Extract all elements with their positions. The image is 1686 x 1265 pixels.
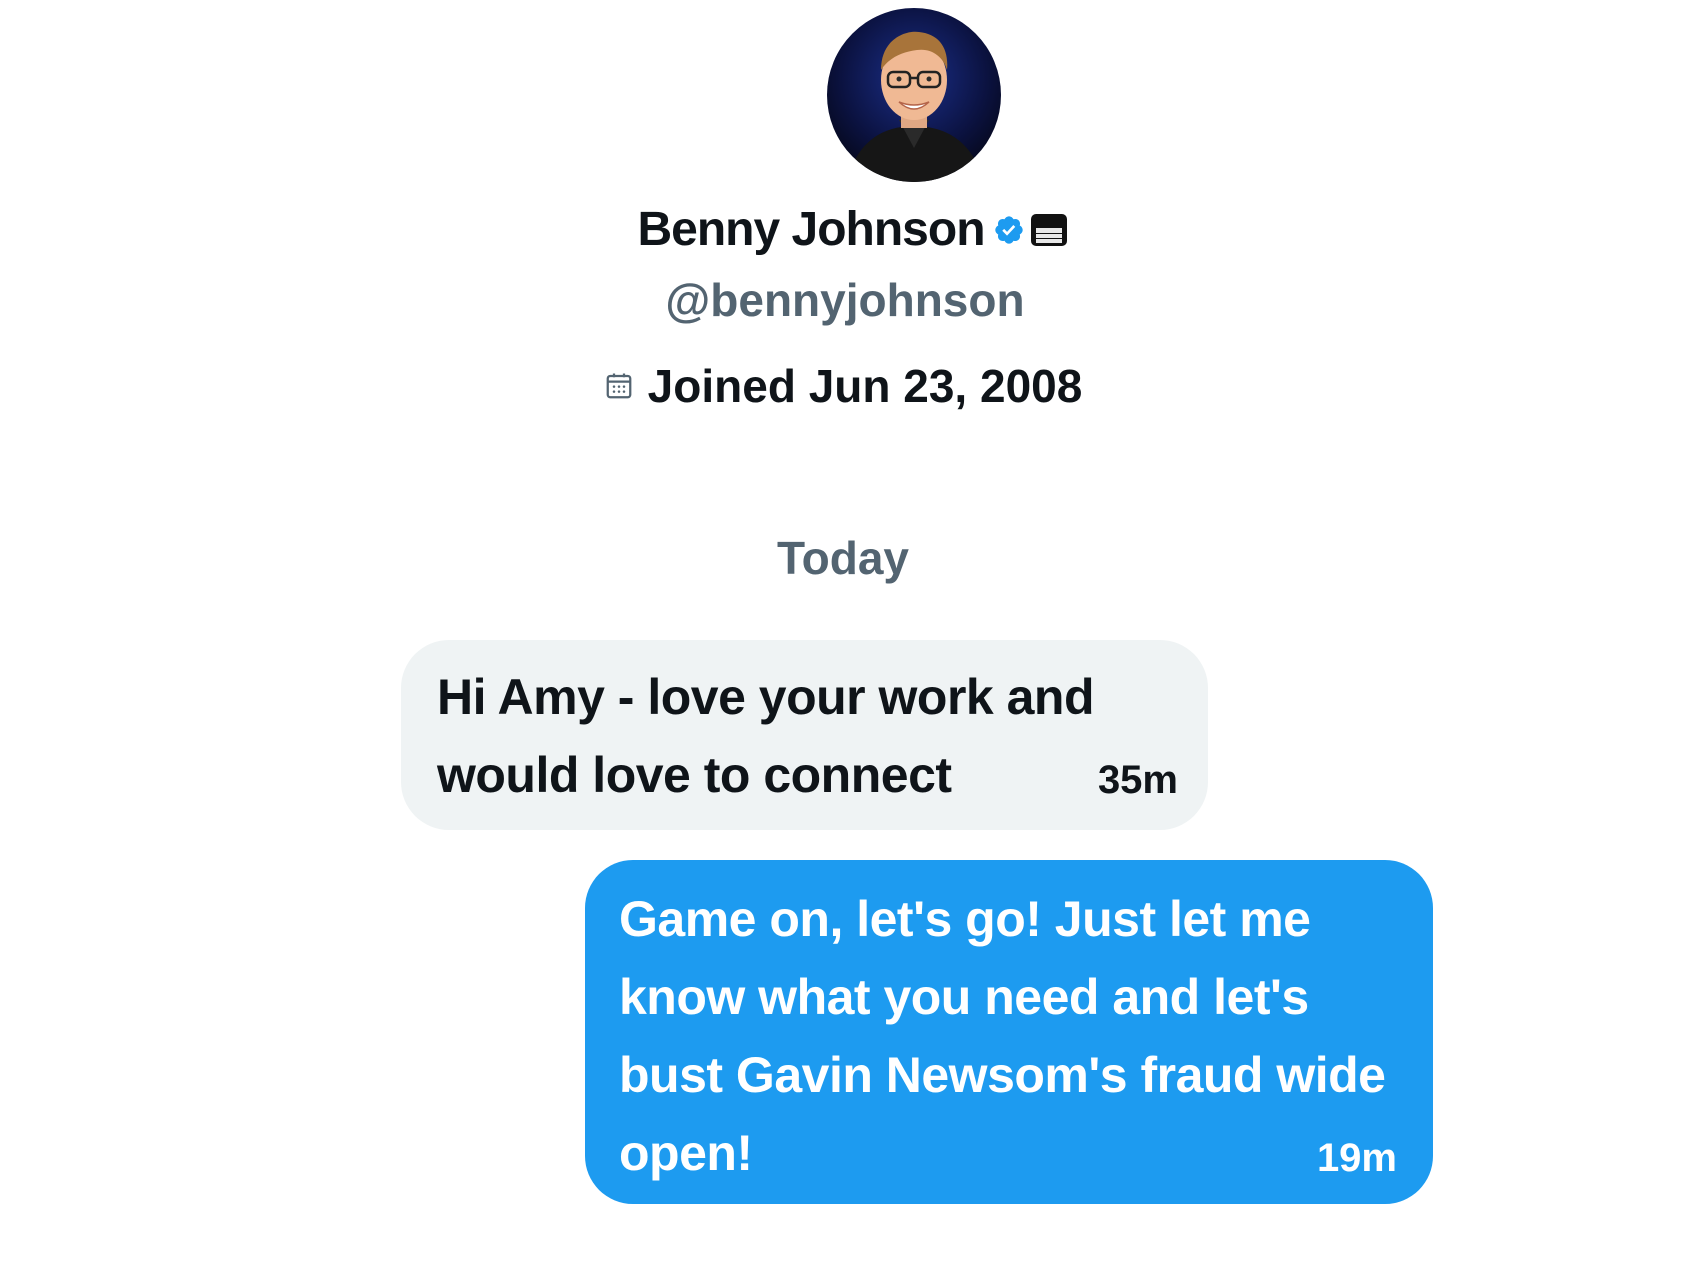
joined-date: Joined Jun 23, 2008: [647, 360, 1083, 412]
avatar[interactable]: [827, 8, 1001, 182]
display-name[interactable]: Benny Johnson: [637, 200, 985, 260]
message-bubble-received[interactable]: Hi Amy - love your work and would love t…: [401, 640, 1208, 830]
message-text: Hi Amy - love your work and would love t…: [437, 669, 1095, 803]
date-divider: Today: [776, 532, 910, 584]
message-timestamp: 19m: [1316, 1136, 1397, 1180]
handle: @bennyjohnson: [665, 274, 1025, 326]
joined-row: Joined Jun 23, 2008: [0, 358, 1686, 414]
message-text: Game on, let's go! Just let me know what…: [619, 891, 1386, 1181]
calendar-icon: [606, 373, 632, 399]
name-row: Benny Johnson: [0, 200, 1686, 260]
affiliate-badge-icon[interactable]: [1030, 214, 1067, 246]
avatar-image: [827, 8, 1001, 182]
message-bubble-sent[interactable]: Game on, let's go! Just let me know what…: [585, 860, 1433, 1204]
message-timestamp: 35m: [1097, 758, 1178, 802]
verified-badge-icon[interactable]: [993, 214, 1025, 246]
